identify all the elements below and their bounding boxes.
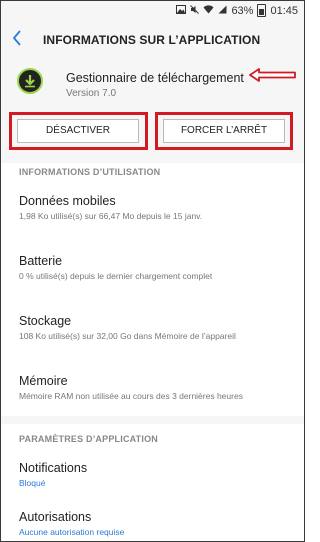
mute-icon bbox=[190, 4, 200, 17]
item-subtitle: 0 % utilisé(s) depuis le dernier chargem… bbox=[19, 271, 213, 281]
app-info-screen: 63% 01:45 INFORMATIONS SUR L’APPLICATION… bbox=[0, 0, 305, 542]
battery-percent: 63% bbox=[231, 4, 254, 17]
item-title: Stockage bbox=[19, 314, 72, 328]
status-icons: 63% 01:45 bbox=[176, 4, 298, 17]
app-bar: INFORMATIONS SUR L’APPLICATION bbox=[1, 21, 304, 59]
item-subtitle: Bloqué bbox=[19, 478, 46, 488]
item-title: Mémoire bbox=[19, 374, 68, 388]
app-icon bbox=[17, 68, 43, 94]
list-item-battery[interactable]: Batterie 0 % utilisé(s) depuis le dernie… bbox=[19, 254, 289, 281]
divider bbox=[1, 155, 304, 163]
list-item-permissions[interactable]: Autorisations Aucune autorisation requis… bbox=[19, 510, 289, 537]
list-item-notifications[interactable]: Notifications Bloqué bbox=[19, 461, 289, 488]
chevron-left-icon[interactable] bbox=[11, 29, 31, 49]
list-item-mobile-data[interactable]: Données mobiles 1,98 Ko utilisé(s) sur 6… bbox=[19, 194, 289, 221]
disable-button[interactable]: DÉSACTIVER bbox=[17, 119, 139, 143]
battery-icon bbox=[257, 4, 267, 17]
section-usage-heading: INFORMATIONS D’UTILISATION bbox=[19, 167, 161, 177]
section-app-settings-heading: PARAMÈTRES D’APPLICATION bbox=[19, 434, 158, 444]
item-subtitle: Aucune autorisation requise bbox=[19, 527, 125, 537]
annotation-arrow-icon bbox=[249, 68, 297, 87]
app-name: Gestionnaire de téléchargement bbox=[66, 71, 244, 85]
clock: 01:45 bbox=[270, 4, 298, 17]
wifi-icon bbox=[203, 4, 214, 17]
action-buttons: DÉSACTIVER FORCER L’ARRÊT bbox=[1, 105, 304, 155]
image-icon bbox=[176, 4, 187, 17]
item-subtitle: 1,98 Ko utilisé(s) sur 66,47 Mo depuis l… bbox=[19, 211, 203, 221]
list-item-storage[interactable]: Stockage 108 Ko utilisé(s) sur 32,00 Go … bbox=[19, 314, 289, 341]
page-title: INFORMATIONS SUR L’APPLICATION bbox=[43, 33, 261, 47]
list-item-memory[interactable]: Mémoire Mémoire RAM non utilisée au cour… bbox=[19, 374, 289, 401]
item-title: Notifications bbox=[19, 461, 88, 475]
status-bar: 63% 01:45 bbox=[1, 1, 304, 21]
signal-icon bbox=[218, 5, 227, 17]
item-subtitle: Mémoire RAM non utilisée au cours des 3 … bbox=[19, 391, 243, 401]
app-version: Version 7.0 bbox=[66, 88, 117, 99]
item-title: Batterie bbox=[19, 254, 63, 268]
item-title: Données mobiles bbox=[19, 194, 116, 208]
item-subtitle: 108 Ko utilisé(s) sur 32,00 Go dans Mémo… bbox=[19, 331, 236, 341]
item-title: Autorisations bbox=[19, 510, 92, 524]
app-summary: Gestionnaire de téléchargement Version 7… bbox=[1, 59, 304, 105]
divider bbox=[1, 416, 304, 424]
force-stop-button[interactable]: FORCER L’ARRÊT bbox=[163, 119, 285, 143]
